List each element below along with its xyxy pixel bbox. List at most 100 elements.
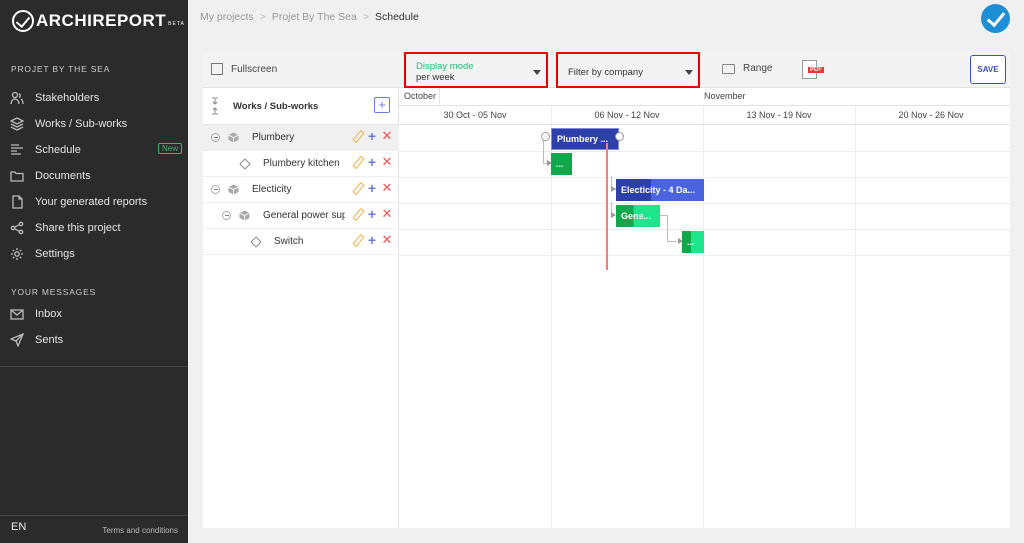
week-label: 06 Nov - 12 Nov <box>594 110 660 120</box>
collapse-all-icon[interactable] <box>211 97 219 115</box>
sidebar-item-label: Documents <box>35 170 91 182</box>
schedule-panel: Fullscreen Display mode per week Filter … <box>203 52 1010 528</box>
language-selector[interactable]: EN <box>11 521 26 533</box>
collapse-toggle-icon[interactable] <box>222 211 231 220</box>
logo-beta-badge: BETA <box>168 21 185 27</box>
users-icon <box>10 91 24 105</box>
display-mode-select[interactable]: Display mode per week <box>404 52 548 88</box>
collapse-toggle-icon[interactable] <box>211 133 220 142</box>
dependency-link <box>667 241 677 242</box>
sidebar-item-reports[interactable]: Your generated reports <box>10 192 182 212</box>
month-divider <box>439 88 440 106</box>
inbox-icon <box>10 309 24 320</box>
sidebar-divider <box>0 515 188 516</box>
diamond-icon <box>250 236 262 248</box>
tree-row-name: Electicity <box>252 184 292 195</box>
company-filter-select[interactable]: Filter by company <box>556 52 700 88</box>
today-marker <box>606 143 608 270</box>
tree-row-plumbery[interactable]: Plumbery + ✕ <box>203 125 399 151</box>
pencil-icon[interactable] <box>351 208 363 220</box>
chevron-down-icon <box>685 70 693 75</box>
sidebar-item-schedule[interactable]: Schedule New <box>10 140 182 160</box>
sidebar-item-share[interactable]: Share this project <box>10 218 182 238</box>
sidebar-item-stakeholders[interactable]: Stakeholders <box>10 88 182 108</box>
schedule-toolbar: Fullscreen Display mode per week Filter … <box>203 52 1010 88</box>
pencil-icon[interactable] <box>351 130 363 142</box>
range-button[interactable]: Range <box>722 63 772 74</box>
file-icon <box>12 195 23 209</box>
gantt-bar-plumbery-kitchen[interactable]: ... <box>551 153 572 175</box>
plus-icon[interactable]: + <box>366 233 378 247</box>
display-mode-label: Display mode <box>416 61 474 72</box>
pdf-export-button[interactable]: PDF <box>800 60 824 80</box>
pencil-icon[interactable] <box>351 156 363 168</box>
sidebar-item-label: Settings <box>35 248 75 260</box>
close-icon[interactable]: ✕ <box>381 233 393 246</box>
add-work-button[interactable]: + <box>374 97 390 113</box>
company-filter-placeholder: Filter by company <box>568 67 643 78</box>
close-icon[interactable]: ✕ <box>381 181 393 194</box>
gantt-bar-label: ... <box>687 237 695 247</box>
range-icon <box>722 63 735 74</box>
sidebar-item-works[interactable]: Works / Sub-works <box>10 114 182 134</box>
grid-line <box>399 177 1010 178</box>
works-tree-title: Works / Sub-works <box>233 101 319 112</box>
top-bar: My projects > Projet By The Sea > Schedu… <box>188 0 1024 40</box>
gantt-chart: October November 30 Oct - 05 Nov 06 Nov … <box>399 88 1010 528</box>
close-icon[interactable]: ✕ <box>381 207 393 220</box>
week-label: 30 Oct - 05 Nov <box>443 110 507 120</box>
plus-icon[interactable]: + <box>366 129 378 143</box>
pencil-icon[interactable] <box>351 182 363 194</box>
drag-handle-icon[interactable] <box>615 132 624 141</box>
month-label: October <box>404 91 437 101</box>
save-button[interactable]: SAVE <box>970 55 1006 84</box>
schedule-icon <box>11 144 23 155</box>
fullscreen-button[interactable]: Fullscreen <box>211 63 277 75</box>
grid-line <box>703 106 704 528</box>
sidebar-item-inbox[interactable]: Inbox <box>10 304 182 324</box>
validate-check-button[interactable] <box>981 4 1010 33</box>
gantt-bar-plumbery[interactable]: Plumbery ... <box>551 128 619 150</box>
row-actions: + ✕ <box>351 129 393 143</box>
plus-icon[interactable]: + <box>366 181 378 195</box>
app-logo[interactable]: ARCHIREPORT BETA <box>12 10 185 32</box>
gantt-bar-label: Electicity - 4 Da... <box>621 185 696 195</box>
gantt-bar-switch[interactable]: ... <box>682 231 704 253</box>
sidebar-item-label: Schedule <box>35 144 81 156</box>
sidebar-item-documents[interactable]: Documents <box>10 166 182 186</box>
sidebar-item-sents[interactable]: Sents <box>10 330 182 350</box>
tree-row-switch[interactable]: Switch + ✕ <box>203 229 399 255</box>
collapse-toggle-icon[interactable] <box>211 185 220 194</box>
tree-row-plumbery-kitchen[interactable]: Plumbery kitchen + ✕ <box>203 151 399 177</box>
drag-handle-icon[interactable] <box>541 132 550 141</box>
works-tree: Works / Sub-works + Plumbery + ✕ Plumber… <box>203 88 399 528</box>
pencil-icon[interactable] <box>351 234 363 246</box>
terms-link[interactable]: Terms and conditions <box>102 526 178 535</box>
display-mode-value: per week <box>416 72 455 83</box>
tree-row-electicity[interactable]: Electicity + ✕ <box>203 177 399 203</box>
grid-line <box>399 203 1010 204</box>
tree-row-name: Plumbery <box>252 132 295 143</box>
sidebar-item-label: Sents <box>35 334 64 346</box>
week-label: 20 Nov - 26 Nov <box>898 110 964 120</box>
dependency-link <box>667 215 668 241</box>
week-header: 30 Oct - 05 Nov 06 Nov - 12 Nov 13 Nov -… <box>399 106 1010 125</box>
sidebar-item-settings[interactable]: Settings <box>10 244 182 264</box>
close-icon[interactable]: ✕ <box>381 129 393 142</box>
pdf-tag: PDF <box>808 67 824 73</box>
dependency-link <box>543 140 544 164</box>
layers-icon <box>10 117 24 131</box>
plus-icon[interactable]: + <box>366 155 378 169</box>
plus-icon[interactable]: + <box>366 207 378 221</box>
logo-text: ARCHIREPORT <box>36 11 167 30</box>
gantt-bar-electicity[interactable]: Electicity - 4 Da... <box>616 179 704 201</box>
gantt-bar-label: Plumbery ... <box>557 134 609 144</box>
close-icon[interactable]: ✕ <box>381 155 393 168</box>
cube-icon <box>228 132 239 143</box>
gantt-bar-general-power[interactable]: Gene... <box>616 205 660 227</box>
breadcrumb-project[interactable]: Projet By The Sea <box>272 11 357 23</box>
project-section-title: PROJET BY THE SEA <box>11 64 111 74</box>
breadcrumb-my-projects[interactable]: My projects <box>200 11 254 23</box>
range-label: Range <box>743 63 773 74</box>
tree-row-general-power[interactable]: General power sup + ✕ <box>203 203 399 229</box>
